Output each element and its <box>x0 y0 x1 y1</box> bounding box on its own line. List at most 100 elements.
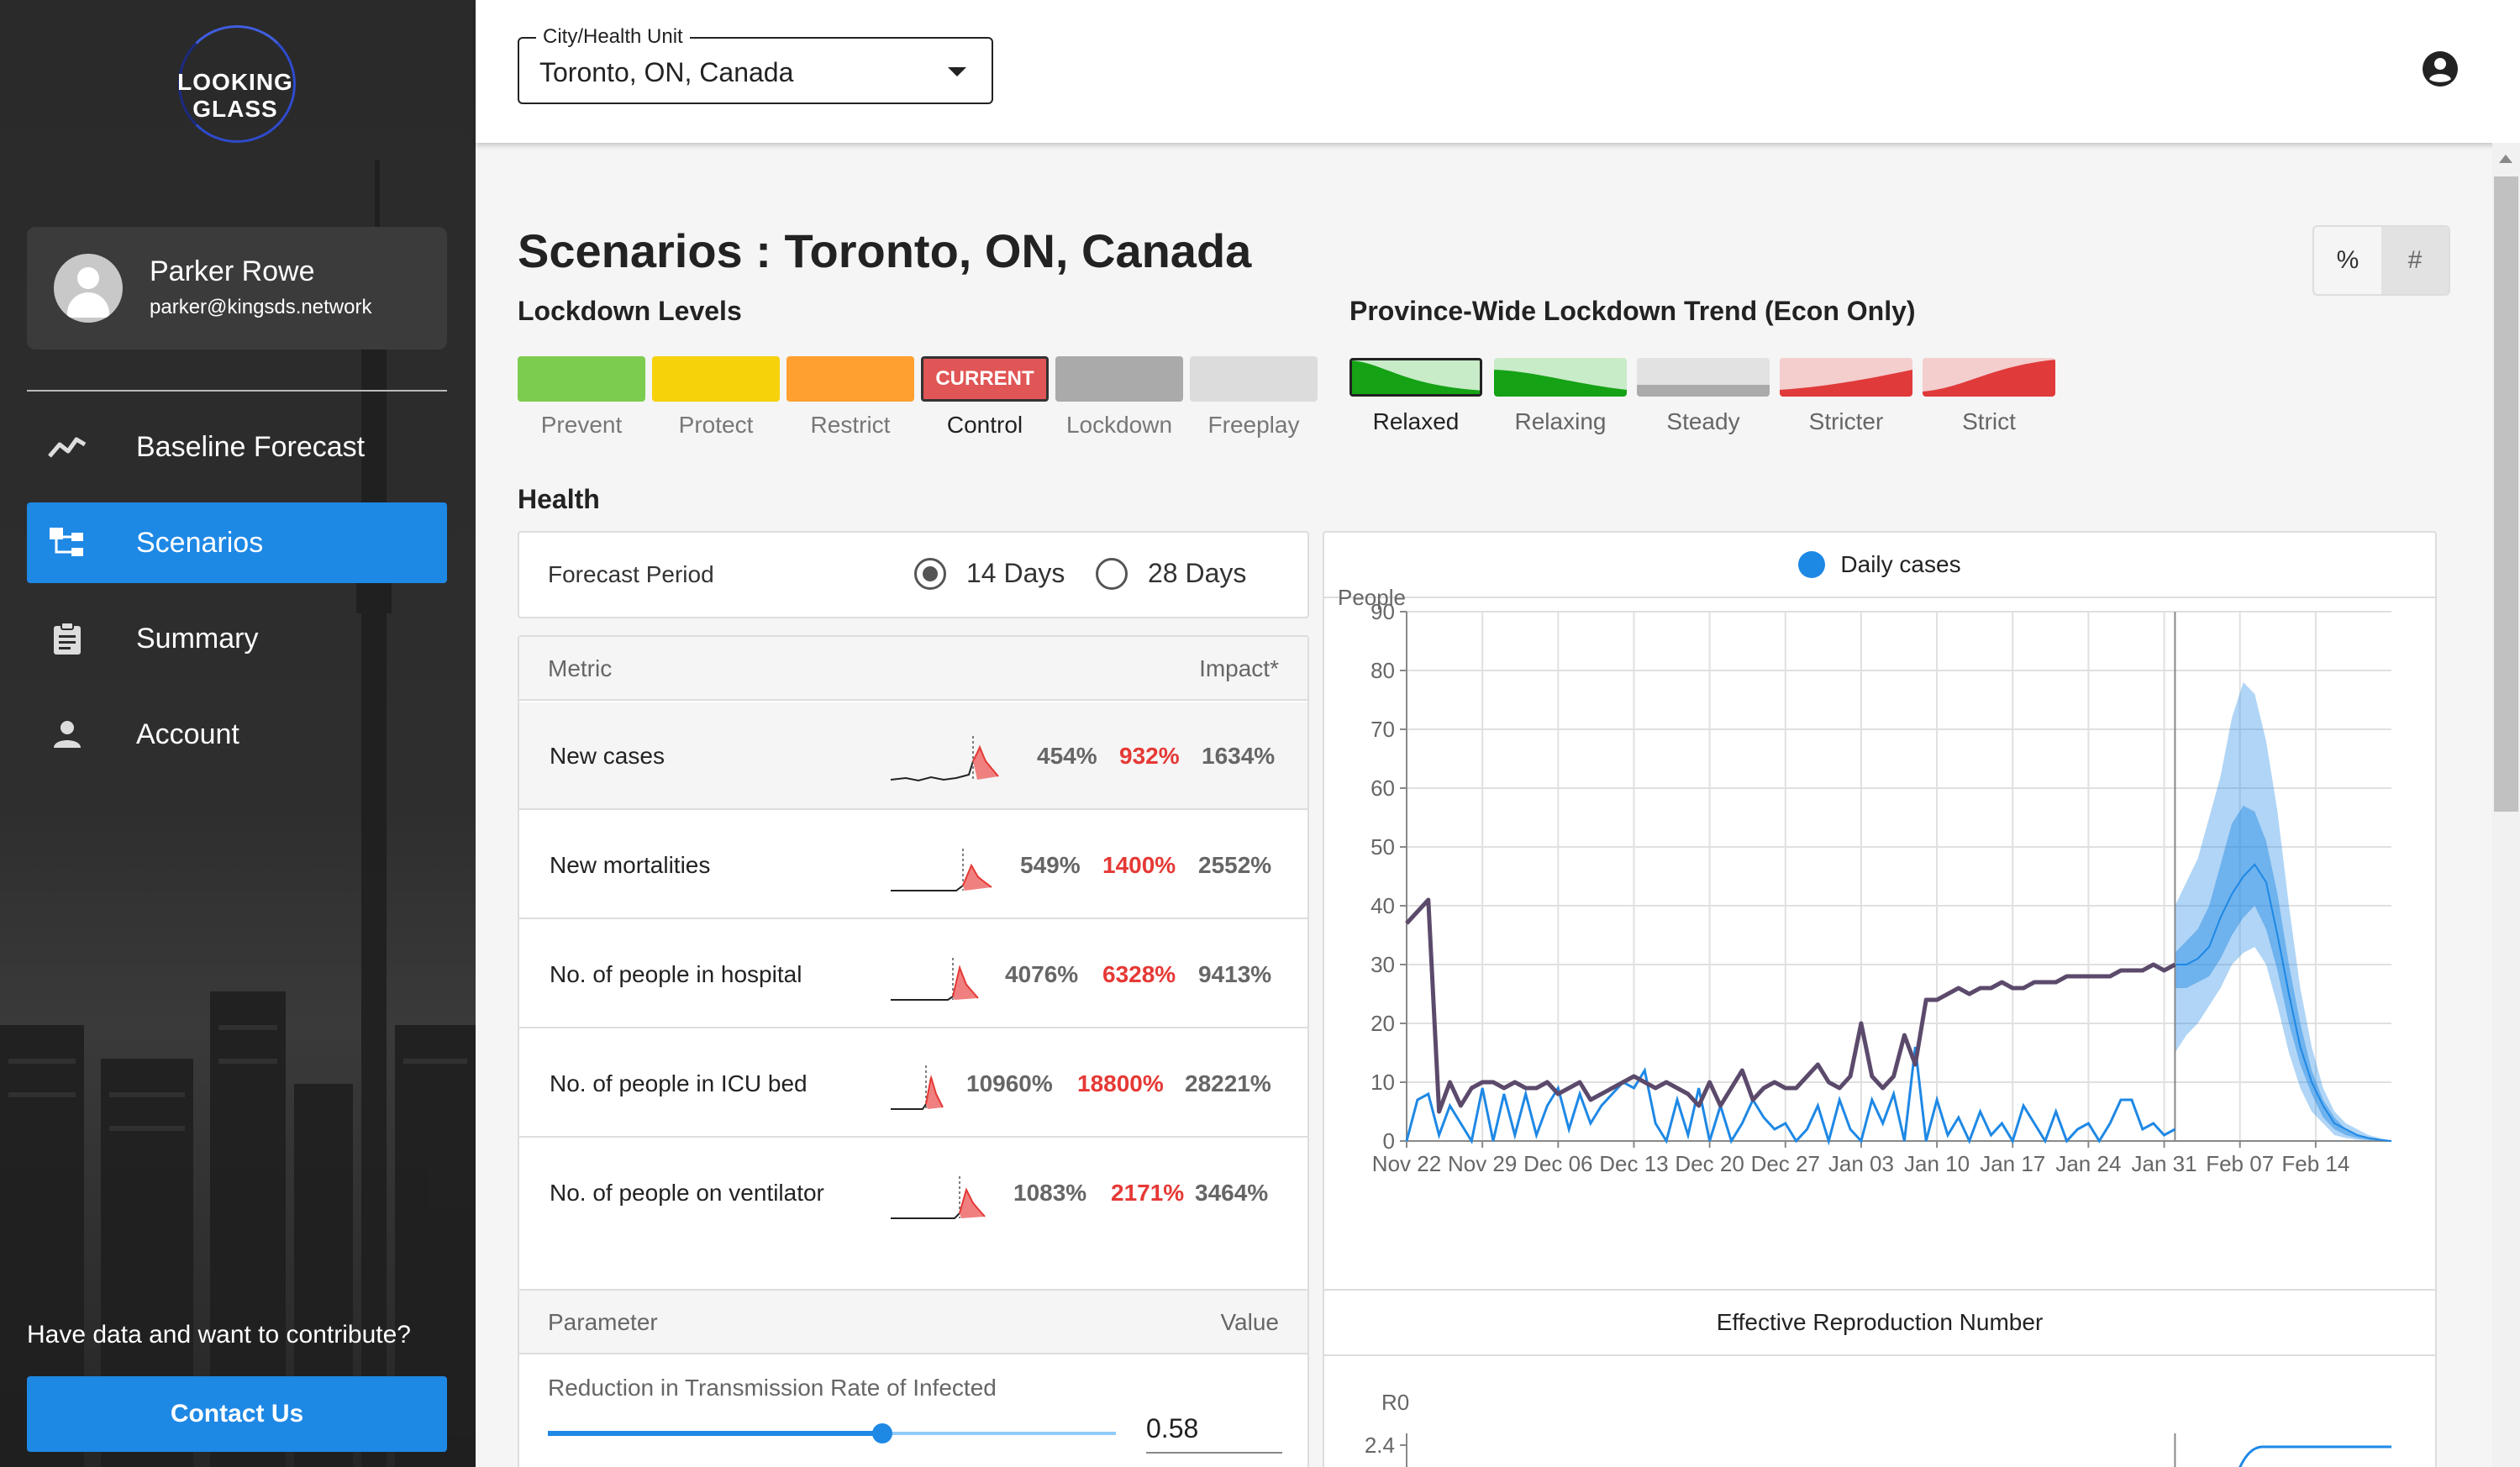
table-row[interactable]: No. of people in ICU bed 10960% 18800% 2… <box>519 1030 1307 1138</box>
y-tick-label: 70 <box>1370 717 1395 742</box>
trend-stricter[interactable] <box>1780 358 1912 397</box>
y-tick-label: 2.4 <box>1365 1433 1395 1458</box>
city-health-unit-select[interactable]: City/Health Unit Toronto, ON, Canada <box>518 25 993 104</box>
trend-stricter-icon <box>1780 370 1912 397</box>
parameter-value-input[interactable]: 0.58 <box>1146 1405 1282 1454</box>
parameter-table-header: Parameter Value <box>519 1291 1307 1354</box>
sidebar-item-label: Scenarios <box>136 526 264 559</box>
lockdown-trend-label: Province-Wide Lockdown Trend (Econ Only) <box>1349 296 1916 326</box>
parameter-card: Parameter Value Reduction in Transmissio… <box>518 1289 1309 1467</box>
table-row[interactable]: New cases 454% 932% 1634% <box>519 702 1307 810</box>
y-tick-label: 90 <box>1370 599 1395 624</box>
trend-relaxing[interactable] <box>1494 358 1627 397</box>
metric-name: No. of people on ventilator <box>550 1180 824 1206</box>
trend-icon <box>47 427 87 467</box>
trend-strict[interactable] <box>1923 358 2055 397</box>
sidebar-item-summary[interactable]: Summary <box>27 598 447 679</box>
sparkline <box>890 736 999 782</box>
impact-low-value: 454% <box>1037 743 1097 769</box>
chevron-down-icon <box>948 67 966 76</box>
y-tick-label: 0 <box>1383 1128 1395 1154</box>
x-tick-label: Dec 27 <box>1751 1151 1820 1176</box>
y-tick-label: 20 <box>1370 1011 1395 1036</box>
radio-28-days[interactable] <box>1096 558 1128 590</box>
app-name: LOOKING GLASS <box>177 69 293 122</box>
app-logo[interactable]: LOOKING GLASS <box>134 25 336 151</box>
reproduction-number-chart-card: Effective Reproduction Number R0 2.4 <box>1323 1289 2437 1467</box>
sidebar-item-scenarios[interactable]: Scenarios <box>27 502 447 583</box>
profile-name: Parker Rowe <box>150 255 315 287</box>
level-lockdown[interactable] <box>1055 356 1183 402</box>
y-tick-label: 40 <box>1370 893 1395 918</box>
impact-high-value: 28221% <box>1185 1070 1271 1096</box>
trend-relaxed-icon <box>1352 360 1480 394</box>
trend-label: Stricter <box>1808 408 1884 434</box>
x-tick-label: Nov 29 <box>1448 1151 1517 1176</box>
y-tick-label: 60 <box>1370 776 1395 801</box>
x-tick-label: Jan 31 <box>2131 1151 2196 1176</box>
level-protect[interactable] <box>652 356 780 402</box>
current-badge: CURRENT <box>935 367 1034 390</box>
metric-name: New mortalities <box>550 852 711 878</box>
sidebar-item-label: Account <box>136 718 239 750</box>
x-tick-label: Jan 10 <box>1904 1151 1970 1176</box>
health-label: Health <box>518 484 600 514</box>
trend-label: Relaxing <box>1514 408 1607 434</box>
level-label: Freeplay <box>1207 412 1300 438</box>
count-toggle-button[interactable]: # <box>2381 227 2449 294</box>
metric-name: No. of people in hospital <box>550 961 802 987</box>
main-content: Scenarios : Toronto, ON, Canada % # Lock… <box>476 143 2492 1467</box>
vertical-scrollbar[interactable] <box>2492 143 2520 1467</box>
impact-low-value: 4076% <box>1005 961 1079 987</box>
contact-us-button[interactable]: Contact Us <box>27 1376 447 1452</box>
avatar <box>54 254 123 323</box>
x-tick-label: Dec 20 <box>1675 1151 1744 1176</box>
unit-toggle: % # <box>2312 225 2450 296</box>
impact-low-value: 1083% <box>1013 1180 1087 1206</box>
level-control[interactable]: CURRENT <box>921 356 1049 402</box>
r0-axis-label: R0 <box>1381 1390 1409 1415</box>
chart-title: Effective Reproduction Number <box>1324 1291 2435 1356</box>
chart-legend[interactable]: Daily cases <box>1324 533 2435 598</box>
level-label: Lockdown <box>1065 412 1173 438</box>
select-label: City/Health Unit <box>536 25 690 49</box>
parameter-name: Reduction in Transmission Rate of Infect… <box>548 1375 997 1401</box>
account-circle-icon[interactable] <box>2422 50 2459 87</box>
clipboard-icon <box>47 618 87 659</box>
user-profile-card: Parker Rowe parker@kingsds.network <box>27 227 447 350</box>
impact-high-value: 9413% <box>1198 961 1272 987</box>
table-row[interactable]: New mortalities 549% 1400% 2552% <box>519 812 1307 919</box>
sidebar-item-account[interactable]: Account <box>27 694 447 775</box>
impact-mid-value: 18800% <box>1077 1070 1164 1096</box>
level-restrict[interactable] <box>787 356 914 402</box>
slider-thumb[interactable] <box>872 1423 892 1443</box>
sidebar: LOOKING GLASS Parker Rowe parker@kingsds… <box>0 0 476 1467</box>
slider-fill <box>548 1431 881 1436</box>
person-icon <box>47 714 87 755</box>
table-row[interactable]: No. of people on ventilator 1083% 2171% … <box>519 1139 1307 1247</box>
metric-table-header: Metric Impact* <box>519 637 1307 701</box>
reproduction-number-chart: R0 2.4 <box>1365 1390 2391 1467</box>
trend-steady[interactable] <box>1637 358 1770 397</box>
table-row[interactable]: No. of people in hospital 4076% 6328% 94… <box>519 921 1307 1028</box>
sidebar-item-baseline-forecast[interactable]: Baseline Forecast <box>27 407 447 487</box>
sidebar-item-label: Baseline Forecast <box>136 430 366 463</box>
scrollbar-thumb[interactable] <box>2494 176 2518 812</box>
x-tick-label: Jan 03 <box>1828 1151 1894 1176</box>
trend-relaxed[interactable] <box>1349 358 1482 397</box>
trend-label: Strict <box>1962 408 2016 434</box>
top-bar: City/Health Unit Toronto, ON, Canada <box>476 0 2520 143</box>
y-tick-label: 10 <box>1370 1070 1395 1095</box>
sidebar-divider <box>27 390 447 392</box>
level-prevent[interactable] <box>518 356 645 402</box>
page-title: Scenarios : Toronto, ON, Canada <box>518 224 1252 277</box>
radio-label-28-days: 28 Days <box>1148 558 1247 588</box>
level-freeplay[interactable] <box>1190 356 1318 402</box>
scroll-up-arrow-icon[interactable] <box>2499 155 2512 163</box>
percent-toggle-button[interactable]: % <box>2314 227 2381 294</box>
radio-14-days[interactable] <box>914 558 946 590</box>
x-tick-label: Nov 22 <box>1372 1151 1441 1176</box>
metric-table: Metric Impact* New cases 454% 932% 1634%… <box>518 635 1309 1386</box>
x-tick-label: Feb 07 <box>2206 1151 2274 1176</box>
metric-name: New cases <box>550 743 665 769</box>
